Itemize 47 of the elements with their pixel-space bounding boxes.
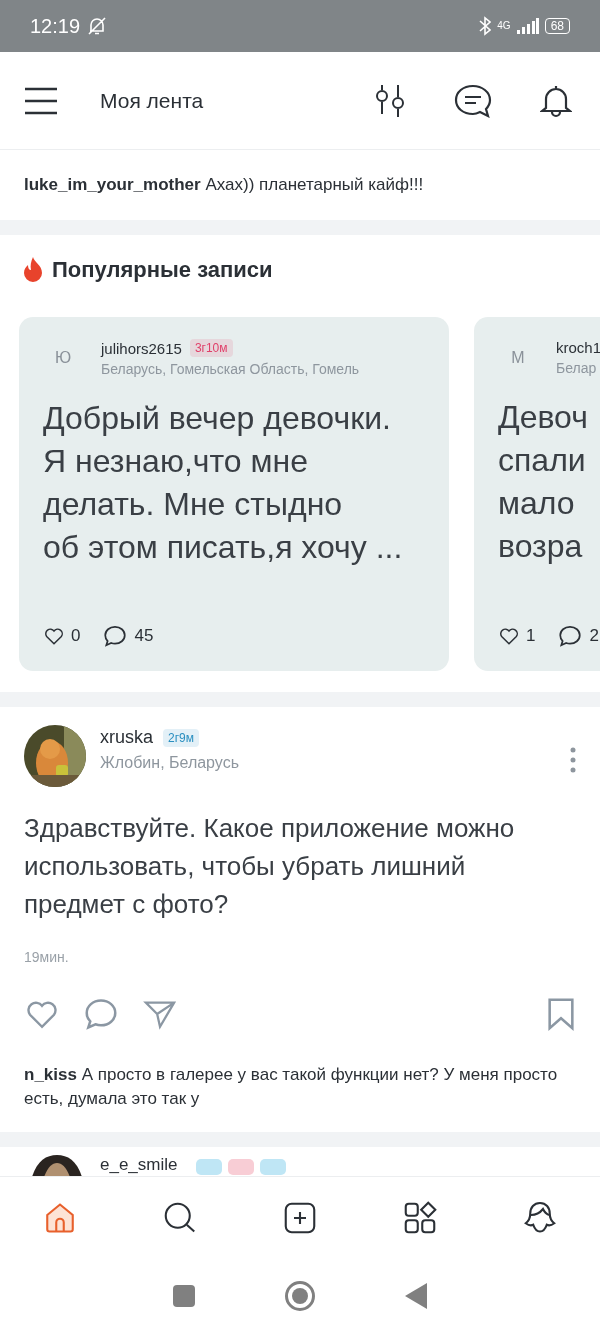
avatar-letter: Ю <box>53 349 73 367</box>
menu-icon[interactable] <box>24 86 58 115</box>
fire-icon <box>22 257 44 283</box>
chat-icon[interactable] <box>454 83 492 118</box>
age-badge: 2г9м <box>163 728 199 747</box>
username[interactable]: xruska <box>100 727 153 748</box>
post-card[interactable]: Ю julihors2615 3г10м Беларусь, Гомельская Область, Гомель Добрый вечер девочки. Я незнаю,что мне делать. Мне стыдно об этом писать,я хочу ... 0 45 <box>19 317 449 671</box>
comment-count: 45 <box>134 626 154 646</box>
age-badge: 3г10м <box>189 339 233 357</box>
battery-level: 68 <box>544 18 570 34</box>
heart-icon[interactable] <box>498 625 520 647</box>
add-icon <box>282 1200 318 1236</box>
back-icon[interactable] <box>405 1282 427 1309</box>
recents-icon[interactable] <box>173 1284 195 1307</box>
latest-comment[interactable]: luke_im_your_mother Ахах)) планетарный кайф!!! <box>24 175 424 195</box>
page-title: Моя лента <box>100 88 205 113</box>
comment-icon[interactable] <box>557 623 584 649</box>
like-count: 0 <box>71 626 81 646</box>
status-time: 12:19 <box>30 14 81 38</box>
location: Белар <box>556 360 598 376</box>
post-excerpt: Добрый вечер девочки. Я незнаю,что мне делать. Мне стыдно об этом писать,я хочу ... <box>43 399 404 567</box>
bookmark-icon[interactable] <box>546 997 576 1031</box>
home-circle-icon[interactable] <box>285 1280 315 1311</box>
comment-preview[interactable]: n_kiss А просто в галерее у вас такой функции нет? У меня просто есть, думала это так у <box>24 1063 576 1111</box>
heart-icon[interactable] <box>43 625 65 647</box>
bell-icon[interactable] <box>540 83 572 118</box>
avatar-letter: М <box>510 348 526 367</box>
comment-icon[interactable] <box>102 623 129 649</box>
username[interactable]: e_e_smile <box>100 1155 178 1175</box>
apps-icon <box>402 1200 438 1236</box>
username[interactable]: kroch1 <box>556 339 600 356</box>
section-title: Популярные записи <box>52 257 273 283</box>
post-time: 19мин. <box>24 949 70 965</box>
comment-count: 2 <box>589 626 599 646</box>
location: Беларусь, Гомельская Область, Гомель <box>101 361 360 377</box>
network-label: 4G <box>497 21 511 31</box>
filter-icon[interactable] <box>374 83 406 118</box>
bluetooth-icon <box>479 16 492 36</box>
like-count: 1 <box>526 626 536 646</box>
location: Жлобин, Беларусь <box>100 754 240 772</box>
post-excerpt: Девоч спали мало возра <box>498 398 589 566</box>
signal-icon <box>516 18 539 34</box>
post-card[interactable]: М kroch1 Белар Девоч спали мало возра 1 2 <box>474 317 600 671</box>
more-icon[interactable] <box>570 747 576 773</box>
post-text: Здравствуйте. Какое приложение можно использовать, чтобы убрать лишний предмет с фото? <box>24 812 516 921</box>
muted-bell-icon <box>86 16 109 36</box>
username[interactable]: julihors2615 <box>101 339 182 357</box>
